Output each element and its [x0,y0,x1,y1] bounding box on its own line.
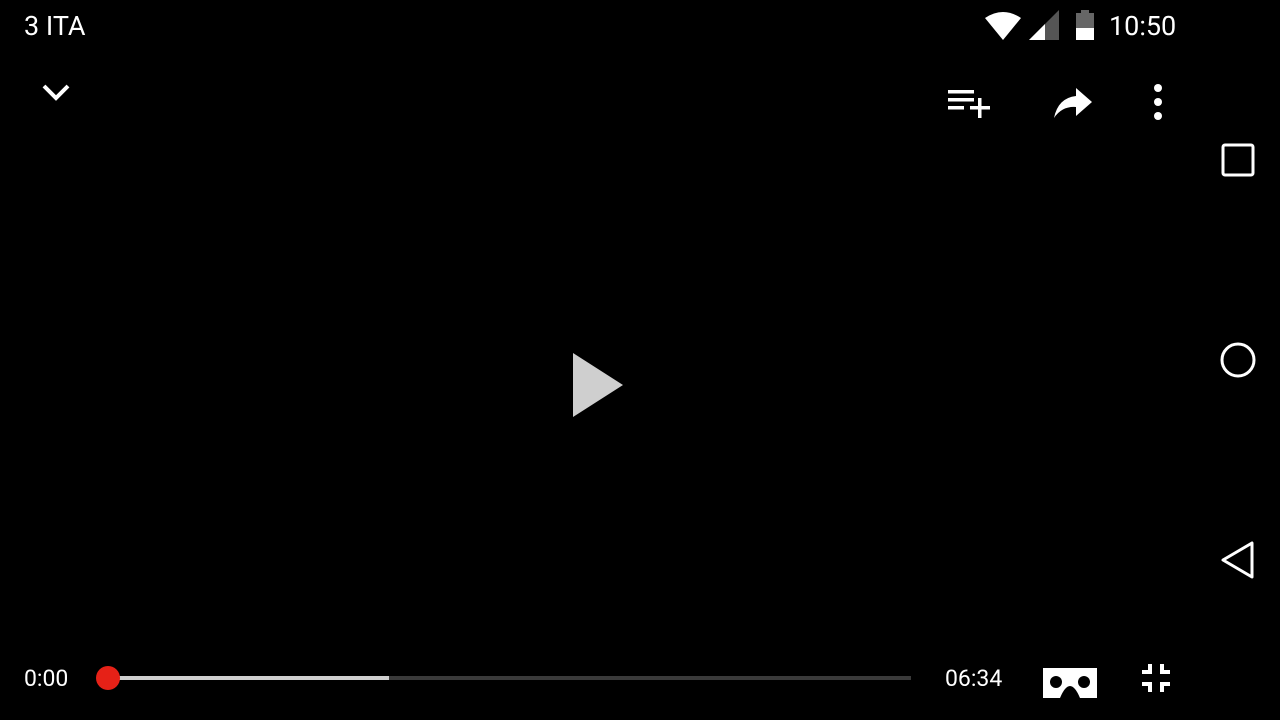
more-options-icon[interactable] [1140,80,1176,124]
home-icon[interactable] [1216,338,1260,382]
seek-thumb[interactable] [96,666,120,690]
wifi-icon [985,12,1021,40]
status-clock: 10:50 [1109,10,1177,42]
cell-signal-icon [1029,10,1059,40]
seek-buffered-progress [108,676,389,680]
cardboard-vr-icon[interactable] [1040,664,1100,702]
total-time-label: 06:34 [945,665,1003,692]
fullscreen-exit-icon[interactable] [1138,660,1174,696]
play-icon[interactable] [566,348,630,420]
carrier-name: 3 ITA [24,10,86,42]
seek-bar[interactable] [96,666,911,690]
current-time-label: 0:00 [24,665,69,692]
recents-icon[interactable] [1216,138,1260,182]
back-icon[interactable] [1216,538,1260,582]
chevron-down-icon[interactable] [36,74,76,110]
battery-icon [1076,10,1094,40]
add-to-playlist-icon[interactable] [944,82,992,122]
share-icon[interactable] [1050,82,1094,122]
video-player-screen: 3 ITA 10:50 0:00 06:34 [0,0,1280,720]
